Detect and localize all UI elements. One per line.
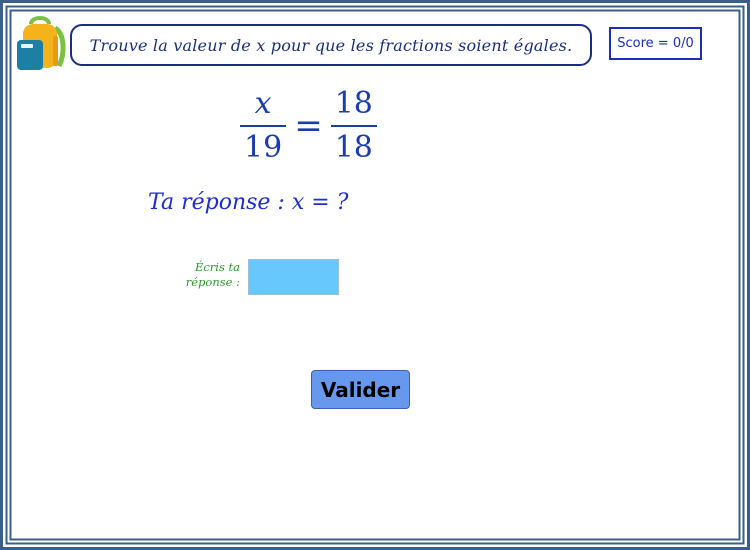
right-fraction-bar	[330, 125, 377, 127]
instruction-banner: Trouve la valeur de x pour que les fract…	[70, 24, 592, 66]
app-frame	[0, 0, 750, 550]
answer-status-text: Ta réponse : x = ?	[148, 190, 349, 215]
validate-button[interactable]: Valider	[311, 370, 410, 409]
decorative-border	[0, 0, 750, 550]
answer-field-label-line2: réponse :	[185, 275, 240, 289]
answer-field-label-line1: Écris ta	[194, 260, 240, 274]
instruction-text: Trouve la valeur de x pour que les fract…	[89, 35, 573, 55]
right-denominator: 18	[334, 130, 373, 165]
answer-input[interactable]	[248, 259, 339, 295]
left-denominator: 19	[244, 130, 283, 165]
fraction-equation: x 19 = 18 18	[240, 84, 377, 168]
left-fraction: x 19	[240, 86, 287, 166]
score-display: Score = 0/0	[609, 27, 702, 60]
score-text: Score = 0/0	[617, 36, 694, 51]
right-numerator: 18	[334, 86, 373, 121]
right-fraction: 18 18	[330, 86, 377, 166]
backpack-icon	[15, 14, 67, 72]
left-numerator: x	[254, 86, 272, 121]
equals-sign: =	[294, 106, 323, 146]
answer-field-label: Écris ta réponse :	[170, 260, 240, 290]
left-fraction-bar	[240, 125, 287, 127]
